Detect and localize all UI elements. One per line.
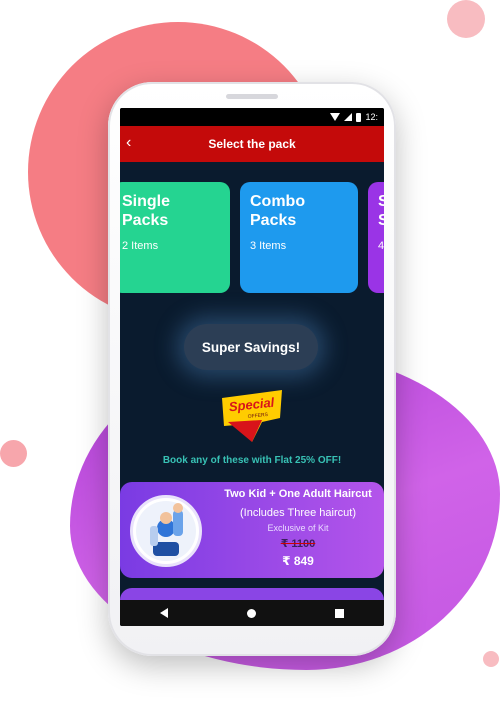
card-item-count: 2 Items [122,240,159,252]
nav-back-icon[interactable] [159,608,168,618]
special-offers-badge: Special OFFERS [222,390,282,442]
pack-category-card-combo[interactable]: Combo Packs 3 Items [240,182,358,293]
wifi-icon [330,113,341,121]
background-dot [483,651,499,667]
card-item-count: 3 Items [250,240,287,252]
status-bar: 12: [120,108,384,126]
card-item-count: 4 [378,240,384,252]
barber-illustration [130,495,202,567]
pack-new-price: ₹ 849 [282,554,314,568]
battery-icon [356,112,362,122]
page-title: Select the pack [208,137,296,151]
signal-icon [344,113,353,121]
card-title: S S [378,193,384,229]
back-arrow-icon[interactable]: ‹ [126,134,131,152]
phone-frame: 12: ‹ Select the pack Single Packs 2 Ite… [108,82,396,656]
pack-includes: (Includes Three haircut) [240,507,356,519]
barber-illustration-image [136,501,196,561]
phone-speaker [226,94,278,99]
packs-carousel[interactable]: Single Packs 2 Items Combo Packs 3 Items… [120,182,384,294]
badge-ribbon [228,420,262,442]
pack-title: Two Kid + One Adult Haircut [224,488,372,500]
pack-kit-note: Exclusive of Kit [267,523,329,533]
card-title: Single Packs [122,193,171,229]
card-title: Combo Packs [250,193,306,229]
nav-recent-icon[interactable] [335,608,345,618]
super-savings-button[interactable]: Super Savings! [184,324,318,370]
android-nav-bar [120,600,384,626]
pack-category-card-third[interactable]: S S 4 [368,182,384,293]
pack-old-price: ₹ 1100 [280,538,316,550]
pack-card[interactable]: Two Kid + One Adult Haircut (Includes Th… [120,482,384,578]
status-time: 12: [365,112,378,122]
background-dot [0,440,27,467]
nav-home-icon[interactable] [246,608,256,618]
app-bar: ‹ Select the pack [120,126,384,162]
phone-screen: 12: ‹ Select the pack Single Packs 2 Ite… [120,108,384,626]
pack-category-card-single[interactable]: Single Packs 2 Items [120,182,230,293]
background-dot [447,0,485,38]
offer-text: Book any of these with Flat 25% OFF! [162,455,342,466]
